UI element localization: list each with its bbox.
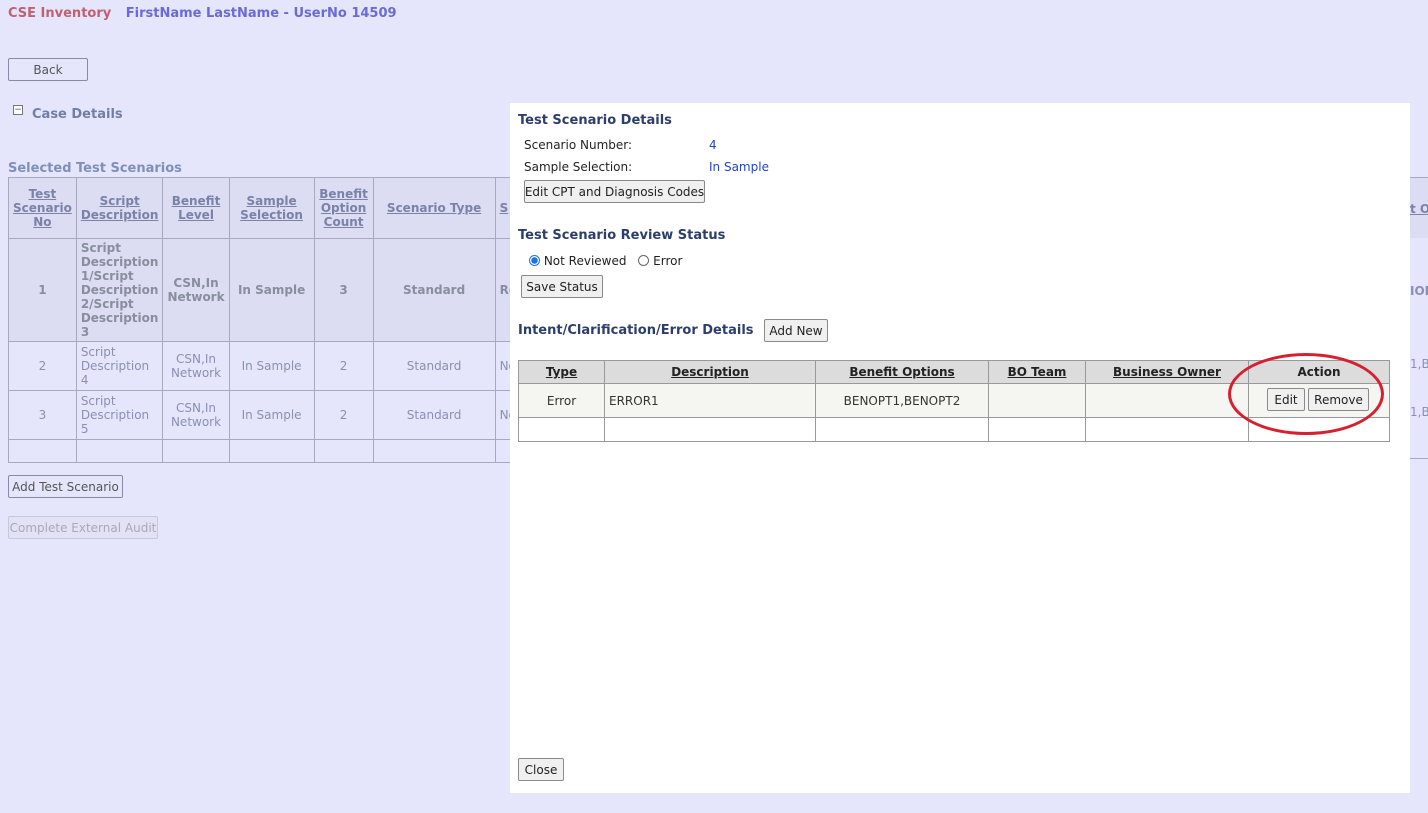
cell: 1	[8, 238, 77, 342]
radio-not-reviewed-label[interactable]: Not Reviewed	[544, 254, 627, 268]
cell	[228, 439, 315, 463]
cell: In Sample	[228, 238, 315, 342]
cell: CSN,In Network	[162, 390, 230, 440]
app-name: CSE Inventory	[8, 6, 112, 21]
overflow-body	[1410, 238, 1428, 458]
cell: In Sample	[228, 390, 315, 440]
cell: 3	[8, 390, 77, 440]
cell: CSN,In Network	[162, 341, 230, 391]
radio-not-reviewed[interactable]	[529, 255, 540, 266]
cell: 3	[313, 238, 374, 342]
cell-benefit-options: BENOPT1,BENOPT2	[815, 383, 989, 418]
table-row[interactable]: 3 Script Description 5 CSN,In Network In…	[8, 390, 545, 440]
user-info: FirstName LastName - UserNo 14509	[125, 6, 397, 21]
radio-error[interactable]	[638, 255, 650, 266]
cell: 2	[313, 390, 374, 440]
col-header[interactable]: Test Scenario No	[8, 177, 77, 239]
cell	[8, 439, 77, 463]
table-row-empty	[8, 439, 545, 463]
add-test-scenario-button[interactable]: Add Test Scenario	[8, 475, 123, 498]
cell	[518, 417, 605, 442]
cell	[313, 439, 374, 463]
cell: Script Description 1/Script Description …	[75, 238, 164, 342]
intent-details-title: Intent/Clarification/Error Details	[518, 323, 754, 338]
cell-business-owner	[1085, 383, 1249, 418]
scenario-table-overflow: t Op IOP 1,BE 1,BE	[1410, 177, 1428, 459]
cell	[1085, 417, 1249, 442]
col-header: t Op	[1410, 202, 1428, 216]
cell: Standard	[372, 341, 496, 391]
details-title: Test Scenario Details	[518, 113, 672, 128]
cell: Script Description 4	[75, 341, 164, 391]
col-header-business-owner[interactable]: Business Owner	[1085, 360, 1249, 384]
cell: In Sample	[228, 341, 315, 391]
table-header-row: Test Scenario No Script Description Bene…	[8, 177, 545, 239]
scenario-number-value: 4	[709, 138, 717, 152]
cell: 1,BE	[1410, 357, 1428, 371]
cell-bo-team	[988, 383, 1086, 418]
close-button[interactable]: Close	[518, 758, 564, 781]
table-row[interactable]: 2 Script Description 4 CSN,In Network In…	[8, 341, 545, 391]
review-status-title: Test Scenario Review Status	[518, 228, 726, 243]
sample-selection-value: In Sample	[709, 160, 769, 174]
table-row[interactable]: 1 Script Description 1/Script Descriptio…	[8, 238, 545, 342]
cell: Script Description 5	[75, 390, 164, 440]
cell-description: ERROR1	[604, 383, 816, 418]
collapse-icon[interactable]: −	[13, 105, 23, 115]
scenario-number-label: Scenario Number:	[524, 138, 633, 152]
cell-type: Error	[518, 383, 605, 418]
col-header[interactable]: Script Description	[75, 177, 164, 239]
col-header[interactable]: Benefit Option Count	[313, 177, 374, 239]
cell: CSN,In Network	[162, 238, 230, 342]
cell: Standard	[372, 390, 496, 440]
sample-selection-label: Sample Selection:	[524, 160, 633, 174]
cell	[988, 417, 1086, 442]
scenario-table: Test Scenario No Script Description Bene…	[8, 177, 545, 463]
cell: 2	[313, 341, 374, 391]
complete-external-audit-button: Complete External Audit	[8, 516, 158, 539]
col-header[interactable]: Scenario Type	[372, 177, 496, 239]
col-header-bo-team[interactable]: BO Team	[988, 360, 1086, 384]
save-status-button[interactable]: Save Status	[521, 275, 603, 298]
back-button[interactable]: Back	[8, 58, 88, 81]
case-details-title: Case Details	[32, 107, 123, 122]
cell	[162, 439, 230, 463]
col-header[interactable]: Benefit Level	[162, 177, 230, 239]
cell: Standard	[372, 238, 496, 342]
col-header-description[interactable]: Description	[604, 360, 816, 384]
radio-error-label[interactable]: Error	[653, 254, 682, 268]
col-header-benefit-options[interactable]: Benefit Options	[815, 360, 989, 384]
col-header[interactable]: Sample Selection	[228, 177, 315, 239]
cell: 1,BE	[1410, 405, 1428, 419]
cell	[372, 439, 496, 463]
cell	[815, 417, 989, 442]
scenario-details-modal: Test Scenario Details Scenario Number: 4…	[510, 103, 1410, 793]
cell	[604, 417, 816, 442]
cell	[75, 439, 164, 463]
highlight-annotation	[1228, 353, 1384, 435]
col-header-type[interactable]: Type	[518, 360, 605, 384]
selected-scenarios-title: Selected Test Scenarios	[8, 161, 182, 176]
page-header: CSE Inventory FirstName LastName - UserN…	[8, 6, 397, 21]
review-status-radio-group: Not Reviewed Error	[529, 254, 682, 268]
cell: 2	[8, 341, 77, 391]
add-new-button[interactable]: Add New	[764, 319, 828, 342]
edit-codes-button[interactable]: Edit CPT and Diagnosis Codes	[524, 180, 705, 203]
cell: IOP	[1410, 284, 1428, 298]
